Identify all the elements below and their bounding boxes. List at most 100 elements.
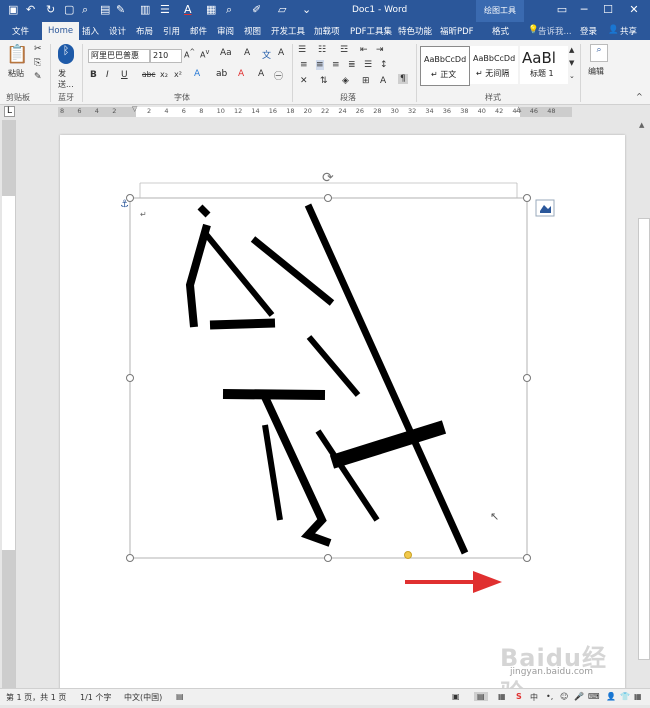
cut-icon[interactable]: ✂ bbox=[34, 44, 42, 54]
sort-icon[interactable]: ⇅ bbox=[320, 76, 328, 86]
decrease-indent-icon[interactable]: ⇤ bbox=[360, 45, 368, 55]
font-size-select[interactable]: 210 bbox=[150, 49, 182, 63]
format-painter-icon[interactable]: ✎ bbox=[116, 3, 125, 16]
word-count[interactable]: 1/1 个字 bbox=[80, 692, 111, 703]
language-status[interactable]: 中文(中国) bbox=[124, 692, 162, 703]
skin-icon[interactable]: 👕 bbox=[620, 692, 630, 701]
enclosed-char-icon[interactable]: ㊀ bbox=[274, 69, 283, 82]
bullets-icon[interactable]: ☰ bbox=[160, 3, 170, 16]
resize-handle[interactable] bbox=[126, 554, 134, 562]
find-icon[interactable]: ⌕ bbox=[590, 44, 608, 62]
tab-format[interactable]: 格式 bbox=[492, 25, 509, 37]
resize-handle[interactable] bbox=[324, 554, 332, 562]
format-painter-icon[interactable]: ✎ bbox=[34, 72, 42, 82]
change-case-icon[interactable]: Aa bbox=[220, 48, 232, 58]
phonetic-icon[interactable]: 文 bbox=[262, 48, 271, 61]
tab-file[interactable]: 文件 bbox=[12, 25, 29, 37]
underline-icon[interactable]: U bbox=[121, 70, 128, 80]
macro-record-icon[interactable]: ▤ bbox=[176, 692, 184, 701]
right-indent-marker-icon[interactable]: △ bbox=[516, 105, 521, 113]
resize-handle[interactable] bbox=[324, 194, 332, 202]
layout-icon[interactable]: ▥ bbox=[140, 3, 150, 16]
search-icon[interactable]: ⌕ bbox=[226, 3, 232, 17]
chinese-layout-icon[interactable]: ✕ bbox=[300, 76, 308, 86]
columns-icon[interactable]: ▦ bbox=[206, 3, 216, 16]
send-button[interactable]: 发送... bbox=[58, 68, 78, 90]
subscript-icon[interactable]: x₂ bbox=[160, 70, 168, 79]
style-normal[interactable]: AaBbCcDd ↵ 正文 bbox=[420, 46, 470, 86]
increase-indent-icon[interactable]: ⇥ bbox=[376, 45, 384, 55]
resize-handle[interactable] bbox=[126, 194, 134, 202]
tab-mailings[interactable]: 邮件 bbox=[190, 25, 207, 37]
close-icon[interactable]: ✕ bbox=[622, 3, 646, 16]
pen-icon[interactable]: ✐ bbox=[252, 3, 261, 16]
shading-icon[interactable]: ◈ bbox=[342, 76, 349, 86]
font-color-icon[interactable]: A bbox=[184, 3, 192, 16]
styles-down-icon[interactable]: ▼ bbox=[569, 59, 574, 67]
distributed-icon[interactable]: ☰ bbox=[364, 60, 372, 70]
resize-handle[interactable] bbox=[126, 374, 134, 382]
tab-layout[interactable]: 布局 bbox=[136, 25, 153, 37]
web-layout-icon[interactable]: ▦ bbox=[498, 692, 506, 701]
grow-font-icon[interactable]: A^ bbox=[184, 48, 195, 60]
tab-developer[interactable]: 开发工具 bbox=[271, 25, 305, 37]
emoji-icon[interactable]: ☺ bbox=[560, 692, 568, 701]
text-effects-icon[interactable]: A bbox=[194, 69, 200, 79]
grid-icon[interactable]: ▦ bbox=[634, 692, 642, 701]
page-count[interactable]: 第 1 页，共 1 页 bbox=[6, 692, 66, 703]
sogou-ime-icon[interactable]: S bbox=[516, 692, 522, 701]
tab-features[interactable]: 特色功能 bbox=[398, 25, 432, 37]
tab-addins[interactable]: 加载项 bbox=[314, 25, 340, 37]
chinese-dir-icon[interactable]: A bbox=[380, 76, 386, 86]
tab-selector-icon[interactable]: L bbox=[4, 106, 15, 117]
more-commands-icon[interactable]: ⌄ bbox=[302, 3, 311, 16]
sign-in-link[interactable]: 登录 bbox=[580, 25, 597, 37]
tell-me-box[interactable]: 告诉我... bbox=[538, 25, 572, 37]
align-left-icon[interactable]: ≡ bbox=[300, 60, 308, 70]
scroll-up-icon[interactable]: ▲ bbox=[639, 121, 644, 129]
style-heading1[interactable]: AaBl 标题 1 bbox=[520, 46, 568, 84]
maximize-icon[interactable]: ☐ bbox=[596, 3, 620, 16]
paste-icon[interactable]: 📋 bbox=[6, 44, 28, 65]
resize-handle[interactable] bbox=[523, 554, 531, 562]
shape-icon[interactable]: ▱ bbox=[278, 3, 286, 16]
ribbon-display-icon[interactable]: ▭ bbox=[550, 3, 574, 16]
collapse-ribbon-icon[interactable]: ^ bbox=[636, 92, 643, 101]
line-spacing-icon[interactable]: ↕ bbox=[380, 60, 388, 70]
highlight-icon[interactable]: ab bbox=[216, 69, 227, 79]
tab-design[interactable]: 设计 bbox=[109, 25, 126, 37]
mic-icon[interactable]: 🎤 bbox=[574, 692, 584, 701]
resize-handle[interactable] bbox=[523, 194, 531, 202]
tab-review[interactable]: 审阅 bbox=[217, 25, 234, 37]
read-mode-icon[interactable]: ▣ bbox=[452, 692, 460, 701]
new-doc-icon[interactable]: ▢ bbox=[64, 3, 74, 16]
numbering-icon[interactable]: ☷ bbox=[318, 45, 326, 55]
font-color-icon[interactable]: A bbox=[238, 69, 244, 79]
minimize-icon[interactable]: ─ bbox=[572, 3, 596, 16]
print-layout-icon[interactable]: ▤ bbox=[474, 692, 488, 701]
clear-format-icon[interactable]: A bbox=[244, 48, 250, 58]
italic-icon[interactable]: I bbox=[106, 70, 109, 80]
edit-button[interactable]: 编辑 bbox=[588, 66, 604, 77]
style-no-spacing[interactable]: AaBbCcDd ↵ 无间隔 bbox=[470, 46, 518, 84]
tab-pdf-tools[interactable]: PDF工具集 bbox=[350, 25, 392, 37]
document-page[interactable]: ⚓ ↵ ⟳ ↖ Baidu经 jingyan.baidu.com bbox=[60, 135, 625, 707]
keyboard-icon[interactable]: ⌨ bbox=[588, 692, 600, 701]
tab-view[interactable]: 视图 bbox=[244, 25, 261, 37]
share-button[interactable]: 共享 bbox=[620, 25, 637, 37]
open-icon[interactable]: ▤ bbox=[100, 3, 110, 16]
ime-mode-icon[interactable]: 中 bbox=[530, 692, 538, 703]
indent-marker-icon[interactable]: ▽ bbox=[132, 105, 137, 113]
char-shading-icon[interactable]: A bbox=[258, 69, 264, 79]
resize-handle[interactable] bbox=[523, 374, 531, 382]
superscript-icon[interactable]: x² bbox=[174, 70, 182, 79]
undo-icon[interactable]: ↶ bbox=[26, 3, 35, 16]
char-border-icon[interactable]: A bbox=[278, 48, 284, 58]
strikethrough-icon[interactable]: abc bbox=[142, 70, 155, 79]
bullets-icon[interactable]: ☰ bbox=[298, 45, 306, 55]
person-icon[interactable]: 👤 bbox=[606, 692, 616, 701]
scroll-thumb[interactable] bbox=[638, 218, 650, 660]
print-preview-icon[interactable]: ⌕ bbox=[82, 3, 88, 17]
align-right-icon[interactable]: ≡ bbox=[332, 60, 340, 70]
show-marks-icon[interactable]: ¶ bbox=[398, 74, 408, 84]
